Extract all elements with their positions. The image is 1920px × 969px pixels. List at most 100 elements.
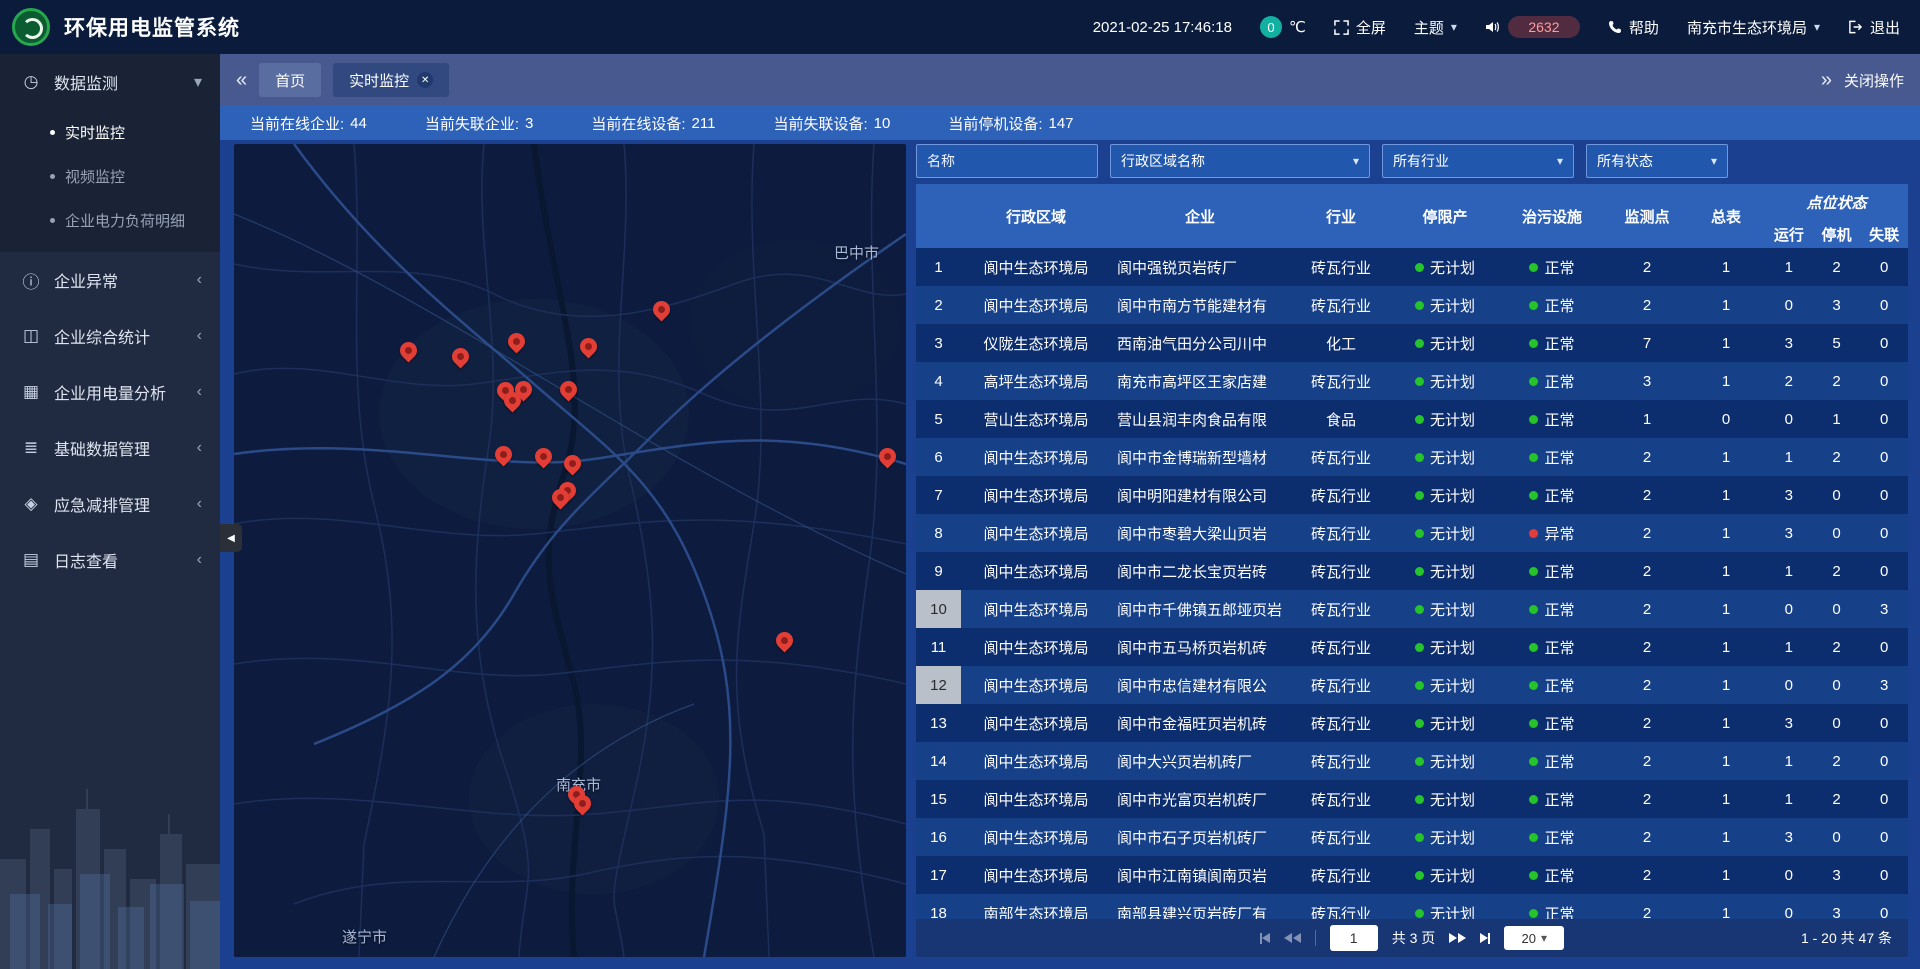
table-row[interactable]: 1阆中生态环境局阆中强锐页岩砖厂砖瓦行业无计划正常21120 [916,248,1908,286]
main-area: « 首页 实时监控 ✕ » 关闭操作 当前在线企业:44当前失联企业:3当前在线… [220,54,1920,969]
cell-running: 3 [1765,476,1813,514]
sidebar-item-0[interactable]: ◷数据监测▾ [0,54,220,110]
cell-running: 1 [1765,248,1813,286]
stat-item: 当前在线企业:44 [250,113,367,134]
table-row[interactable]: 18南部生态环境局南部县建兴页岩砖厂有砖瓦行业无计划正常21030 [916,894,1908,919]
fullscreen-button[interactable]: 全屏 [1334,17,1386,38]
sidebar-item-5[interactable]: ◈应急减排管理‹ [0,476,220,532]
status-dot-green [1415,491,1424,500]
chevron-down-icon: ▾ [1541,931,1547,945]
chevron-down-icon: ▾ [1353,154,1359,168]
table-row[interactable]: 12阆中生态环境局阆中市忠信建材有限公砖瓦行业无计划正常21003 [916,666,1908,704]
col-meter: 总表 [1687,184,1765,248]
page-number-input[interactable] [1330,925,1378,951]
cell-lost: 0 [1860,324,1908,362]
cell-industry: 砖瓦行业 [1289,666,1393,704]
cell-company: 阆中市金福旺页岩机砖 [1111,704,1289,742]
cell-total-meter: 1 [1687,362,1765,400]
cell-region: 阆中生态环境局 [961,438,1111,476]
cell-stopped: 2 [1813,552,1861,590]
sidebar-item-1[interactable]: ⓘ企业异常‹ [0,252,220,308]
cell-running: 2 [1765,362,1813,400]
alarm-counter[interactable]: 2632 [1485,16,1580,38]
sidebar-item-2[interactable]: ◫企业综合统计‹ [0,308,220,364]
sidebar-item-3[interactable]: ▦企业用电量分析‹ [0,364,220,420]
table-row[interactable]: 6阆中生态环境局阆中市金博瑞新型墙材砖瓦行业无计划正常21120 [916,438,1908,476]
map[interactable]: 巴中市南充市遂宁市 [234,144,906,957]
name-search-input[interactable] [916,144,1098,178]
status-select[interactable]: 所有状态 ▾ [1586,144,1728,178]
table-row[interactable]: 9阆中生态环境局阆中市二龙长宝页岩砖砖瓦行业无计划正常21120 [916,552,1908,590]
table-row[interactable]: 17阆中生态环境局阆中市江南镇阆南页岩砖瓦行业无计划正常21030 [916,856,1908,894]
region-select[interactable]: 行政区域名称 ▾ [1110,144,1370,178]
sidebar-subitem[interactable]: 实时监控 [0,110,220,154]
status-dot-green [1415,415,1424,424]
tab-home[interactable]: 首页 [259,63,321,97]
row-index: 13 [916,704,961,742]
last-page-button[interactable] [1480,933,1490,944]
table-row[interactable]: 10阆中生态环境局阆中市千佛镇五郎垭页岩砖瓦行业无计划正常21003 [916,590,1908,628]
map-city-label: 遂宁市 [342,926,387,947]
sidebar-subitem[interactable]: 视频监控 [0,154,220,198]
table-row[interactable]: 3仪陇生态环境局西南油气田分公司川中化工无计划正常71350 [916,324,1908,362]
table-row[interactable]: 11阆中生态环境局阆中市五马桥页岩机砖砖瓦行业无计划正常21120 [916,628,1908,666]
cell-company: 阆中强锐页岩砖厂 [1111,248,1289,286]
table-row[interactable]: 8阆中生态环境局阆中市枣碧大梁山页岩砖瓦行业无计划异常21300 [916,514,1908,552]
bullet-dot-icon [50,218,55,223]
cell-stopped: 0 [1813,590,1861,628]
sidebar-item-6[interactable]: ▤日志查看‹ [0,532,220,588]
cell-total-meter: 1 [1687,552,1765,590]
theme-dropdown[interactable]: 主题 ▾ [1414,17,1457,38]
row-index: 4 [916,362,961,400]
table-row[interactable]: 2阆中生态环境局阆中市南方节能建材有砖瓦行业无计划正常21030 [916,286,1908,324]
table-row[interactable]: 7阆中生态环境局阆中明阳建材有限公司砖瓦行业无计划正常21300 [916,476,1908,514]
sidebar-subitem-label: 企业电力负荷明细 [65,210,185,231]
page-size-select[interactable]: 20 ▾ [1504,926,1564,950]
cell-industry: 砖瓦行业 [1289,514,1393,552]
org-dropdown[interactable]: 南充市生态环境局 ▾ [1687,17,1820,38]
sidebar-subitem[interactable]: 企业电力负荷明细 [0,198,220,242]
speaker-icon [1485,20,1501,34]
cell-stopped: 2 [1813,628,1861,666]
cell-treatment-status: 正常 [1497,286,1607,324]
cell-lost: 0 [1860,362,1908,400]
sidebar-item-label: 数据监测 [54,70,118,94]
status-dot-green [1415,795,1424,804]
tab-realtime-monitor[interactable]: 实时监控 ✕ [333,63,449,97]
help-button[interactable]: 帮助 [1608,17,1659,38]
tab-close-icon[interactable]: ✕ [417,72,433,88]
next-page-button[interactable] [1449,933,1466,943]
table-row[interactable]: 4高坪生态环境局南充市高坪区王家店建砖瓦行业无计划正常31220 [916,362,1908,400]
scroll-tabs-right-icon[interactable]: » [1821,70,1832,90]
row-index: 12 [916,666,961,704]
industry-select[interactable]: 所有行业 ▾ [1382,144,1574,178]
status-dot-green [1529,909,1538,918]
status-dot-green [1415,301,1424,310]
table-row[interactable]: 13阆中生态环境局阆中市金福旺页岩机砖砖瓦行业无计划正常21300 [916,704,1908,742]
cell-region: 阆中生态环境局 [961,514,1111,552]
cell-running: 3 [1765,514,1813,552]
status-dot-green [1529,263,1538,272]
prev-page-button[interactable] [1284,933,1301,943]
cell-stopped: 2 [1813,742,1861,780]
close-operations-button[interactable]: 关闭操作 [1844,70,1904,91]
cell-limit-production: 无计划 [1393,438,1497,476]
cell-running: 1 [1765,742,1813,780]
panel-collapse-toggle[interactable]: ◀ [220,524,242,552]
scroll-tabs-left-icon[interactable]: « [236,70,247,90]
table-body: 1阆中生态环境局阆中强锐页岩砖厂砖瓦行业无计划正常211202阆中生态环境局阆中… [916,248,1908,919]
cell-lost: 0 [1860,552,1908,590]
first-page-button[interactable] [1260,933,1270,944]
stat-value: 211 [692,115,716,132]
col-points: 监测点 [1607,184,1687,248]
stats-icon: ◫ [18,326,44,346]
cell-stopped: 2 [1813,780,1861,818]
table-row[interactable]: 5营山生态环境局营山县润丰肉食品有限食品无计划正常10010 [916,400,1908,438]
table-row[interactable]: 15阆中生态环境局阆中市光富页岩机砖厂砖瓦行业无计划正常21120 [916,780,1908,818]
divider [1315,930,1316,946]
logout-button[interactable]: 退出 [1848,17,1900,38]
cell-company: 阆中市石子页岩机砖厂 [1111,818,1289,856]
table-row[interactable]: 16阆中生态环境局阆中市石子页岩机砖厂砖瓦行业无计划正常21300 [916,818,1908,856]
table-row[interactable]: 14阆中生态环境局阆中大兴页岩机砖厂砖瓦行业无计划正常21120 [916,742,1908,780]
sidebar-item-4[interactable]: ≣基础数据管理‹ [0,420,220,476]
